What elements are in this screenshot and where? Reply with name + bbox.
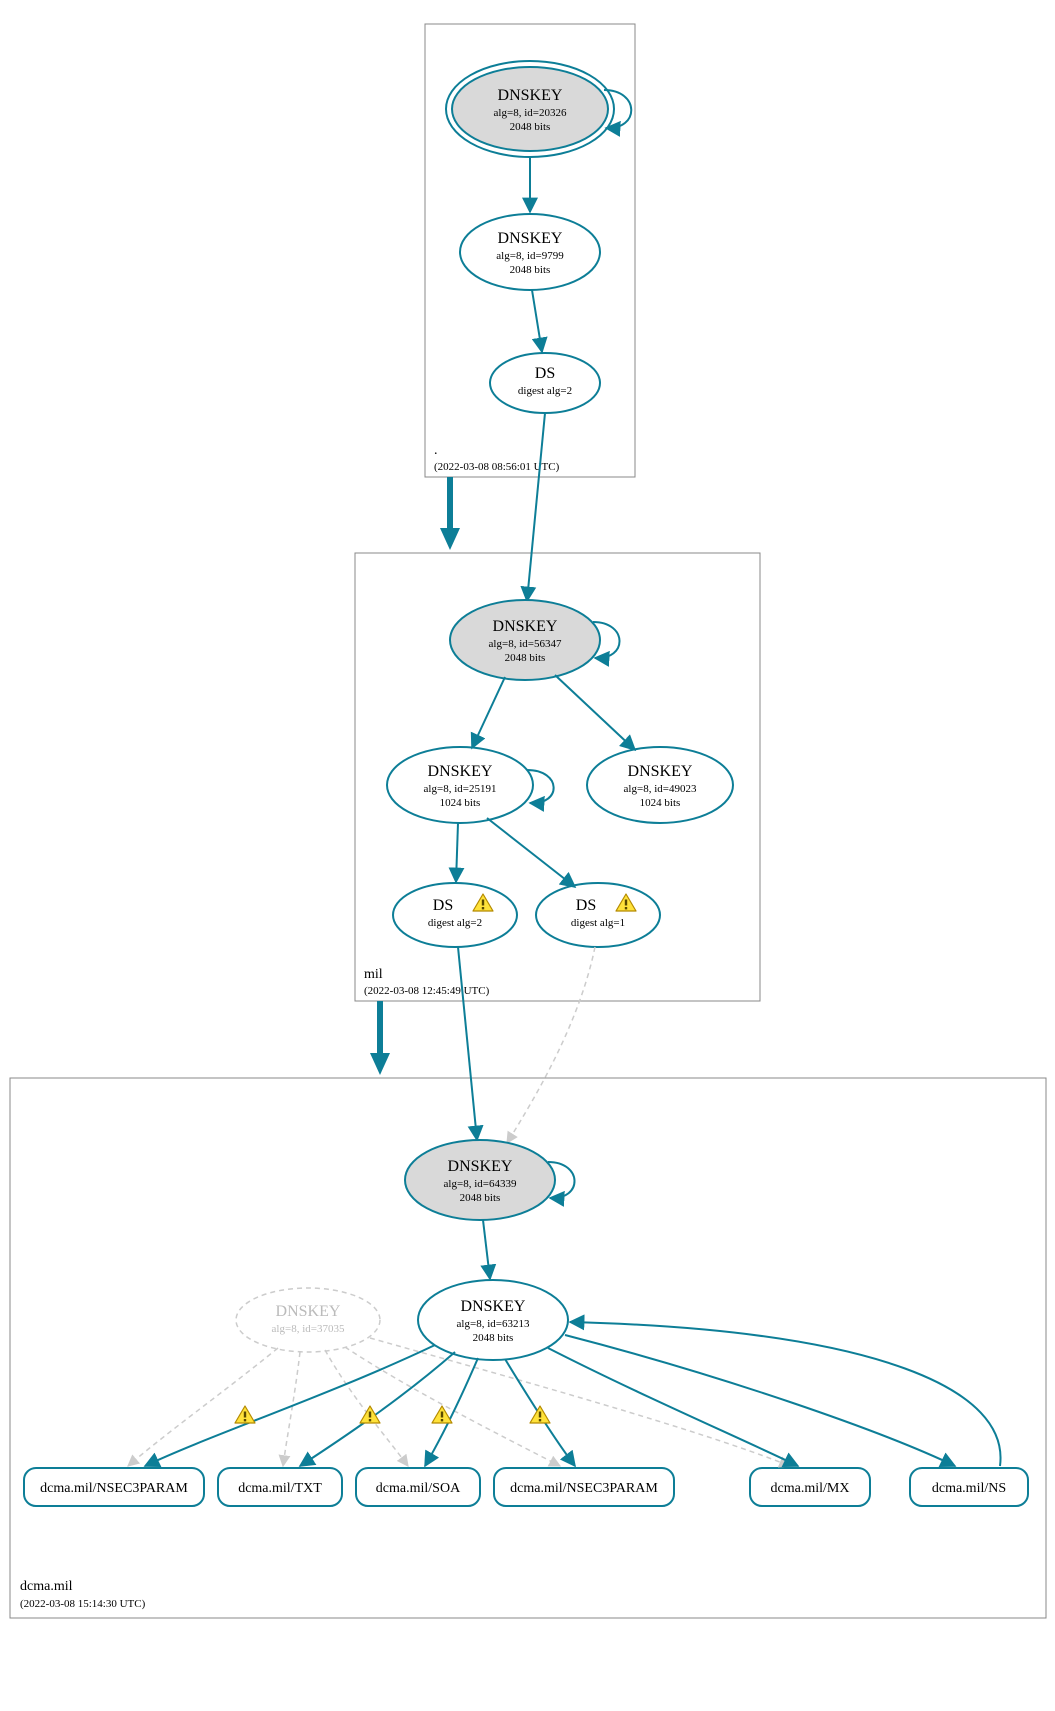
svg-text:dcma.mil/NS: dcma.mil/NS: [932, 1481, 1006, 1496]
edge-mil-ksk-to-zsk2: [555, 675, 635, 750]
svg-text:DNSKEY: DNSKEY: [276, 1303, 341, 1320]
edge-zsk-to-rr2: [300, 1352, 455, 1466]
node-mil-ds1[interactable]: DS digest alg=2: [393, 883, 517, 947]
zone-mil-label: mil: [364, 967, 383, 982]
edge-zsk-to-rr3: [425, 1358, 478, 1466]
edge-mil-zsk-to-ds2: [487, 818, 575, 887]
node-dcma-zsk2[interactable]: DNSKEY alg=8, id=37035: [236, 1288, 380, 1352]
svg-text:alg=8, id=49023: alg=8, id=49023: [624, 783, 697, 795]
edge-zsk2-to-rr4: [345, 1347, 560, 1466]
edge-rr6-back-to-zsk: [570, 1322, 1001, 1466]
dnssec-graph: . (2022-03-08 08:56:01 UTC) DNSKEY alg=8…: [0, 0, 1055, 1711]
rr-nsec3param-a[interactable]: dcma.mil/NSEC3PARAM: [24, 1468, 204, 1506]
svg-text:digest alg=1: digest alg=1: [571, 917, 625, 929]
edge-dcma-ksk-to-zsk: [483, 1220, 490, 1279]
svg-text:dcma.mil/TXT: dcma.mil/TXT: [238, 1481, 322, 1496]
edge-mil-zsk-to-ds1: [456, 823, 458, 882]
rr-txt[interactable]: dcma.mil/TXT: [218, 1468, 342, 1506]
edge-mil-ds2-to-dcma-ksk: [507, 947, 595, 1143]
svg-text:DS: DS: [576, 897, 596, 914]
zone-dcma-label: dcma.mil: [20, 1579, 73, 1594]
zone-dcma-time: (2022-03-08 15:14:30 UTC): [20, 1598, 146, 1610]
node-dcma-zsk[interactable]: DNSKEY alg=8, id=63213 2048 bits: [418, 1280, 568, 1360]
rr-mx[interactable]: dcma.mil/MX: [750, 1468, 870, 1506]
edge-zsk-to-rr1: [145, 1345, 435, 1466]
edge-root-zsk-to-ds: [532, 290, 542, 352]
svg-text:dcma.mil/NSEC3PARAM: dcma.mil/NSEC3PARAM: [40, 1481, 188, 1496]
svg-text:digest alg=2: digest alg=2: [428, 917, 482, 929]
edge-mil-ds1-to-dcma-ksk: [458, 947, 477, 1140]
svg-text:DNSKEY: DNSKEY: [498, 230, 563, 247]
edge-root-ds-to-mil-ksk: [527, 413, 545, 601]
warning-icon: [530, 1406, 550, 1423]
rr-nsec3param-b[interactable]: dcma.mil/NSEC3PARAM: [494, 1468, 674, 1506]
zone-root-label: .: [434, 443, 438, 458]
svg-text:alg=8, id=63213: alg=8, id=63213: [457, 1318, 530, 1330]
svg-text:DNSKEY: DNSKEY: [428, 763, 493, 780]
edge-zsk2-to-rr3: [325, 1350, 408, 1466]
svg-text:DS: DS: [535, 365, 555, 382]
node-mil-zsk2[interactable]: DNSKEY alg=8, id=49023 1024 bits: [587, 747, 733, 823]
svg-text:1024 bits: 1024 bits: [640, 797, 681, 809]
zone-mil-time: (2022-03-08 12:45:49 UTC): [364, 985, 490, 997]
svg-text:2048 bits: 2048 bits: [510, 264, 551, 276]
rr-ns[interactable]: dcma.mil/NS: [910, 1468, 1028, 1506]
svg-text:2048 bits: 2048 bits: [460, 1192, 501, 1204]
svg-text:dcma.mil/MX: dcma.mil/MX: [771, 1481, 850, 1496]
svg-text:alg=8, id=56347: alg=8, id=56347: [489, 638, 562, 650]
svg-text:dcma.mil/NSEC3PARAM: dcma.mil/NSEC3PARAM: [510, 1481, 658, 1496]
edge-zsk2-to-rr5: [370, 1338, 790, 1466]
svg-text:alg=8, id=9799: alg=8, id=9799: [496, 250, 564, 262]
node-root-ksk[interactable]: DNSKEY alg=8, id=20326 2048 bits: [446, 61, 614, 157]
svg-text:DNSKEY: DNSKEY: [628, 763, 693, 780]
node-mil-zsk[interactable]: DNSKEY alg=8, id=25191 1024 bits: [387, 747, 533, 823]
edge-zsk2-to-rr1: [128, 1348, 278, 1466]
svg-text:alg=8, id=64339: alg=8, id=64339: [444, 1178, 517, 1190]
svg-text:DNSKEY: DNSKEY: [493, 618, 558, 635]
svg-text:alg=8, id=37035: alg=8, id=37035: [272, 1323, 345, 1335]
svg-text:alg=8, id=20326: alg=8, id=20326: [494, 107, 567, 119]
edge-zsk-to-rr6: [565, 1335, 955, 1466]
node-root-zsk[interactable]: DNSKEY alg=8, id=9799 2048 bits: [460, 214, 600, 290]
svg-text:1024 bits: 1024 bits: [440, 797, 481, 809]
svg-text:DNSKEY: DNSKEY: [448, 1158, 513, 1175]
svg-text:DNSKEY: DNSKEY: [498, 87, 563, 104]
svg-text:DNSKEY: DNSKEY: [461, 1298, 526, 1315]
rr-soa[interactable]: dcma.mil/SOA: [356, 1468, 480, 1506]
node-root-ds[interactable]: DS digest alg=2: [490, 353, 600, 413]
svg-text:dcma.mil/SOA: dcma.mil/SOA: [376, 1481, 461, 1496]
svg-text:alg=8, id=25191: alg=8, id=25191: [424, 783, 497, 795]
svg-text:2048 bits: 2048 bits: [505, 652, 546, 664]
node-dcma-ksk[interactable]: DNSKEY alg=8, id=64339 2048 bits: [405, 1140, 555, 1220]
edge-mil-ksk-to-zsk: [472, 677, 505, 748]
svg-text:digest alg=2: digest alg=2: [518, 385, 572, 397]
svg-text:2048 bits: 2048 bits: [473, 1332, 514, 1344]
svg-text:DS: DS: [433, 897, 453, 914]
svg-text:2048 bits: 2048 bits: [510, 121, 551, 133]
node-mil-ds2[interactable]: DS digest alg=1: [536, 883, 660, 947]
warning-icon: [235, 1406, 255, 1423]
node-mil-ksk[interactable]: DNSKEY alg=8, id=56347 2048 bits: [450, 600, 600, 680]
